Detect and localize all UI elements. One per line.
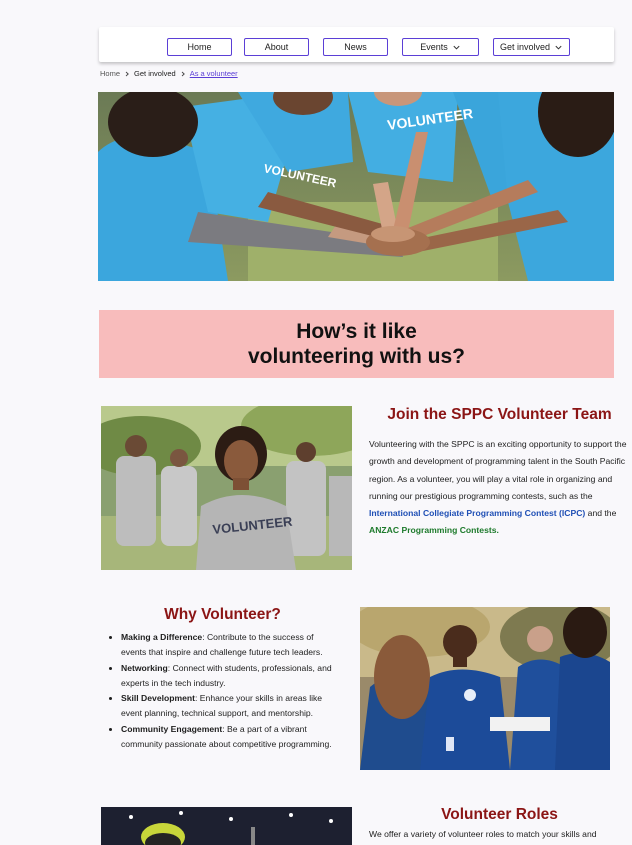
why-volunteer-title: Why Volunteer? (164, 606, 281, 623)
nav-news-button[interactable]: News (323, 38, 388, 56)
breadcrumb: Home Get involved As a volunteer (100, 69, 238, 78)
volunteers-group-image (360, 607, 610, 770)
benefit-name: Skill Development (121, 693, 196, 704)
nav-about-button[interactable]: About (244, 38, 309, 56)
chevron-down-icon (555, 45, 562, 50)
breadcrumb-get-involved-link[interactable]: Get involved (134, 69, 176, 78)
chevron-right-icon (125, 71, 129, 76)
anzac-link[interactable]: ANZAC Programming Contests. (369, 525, 499, 535)
join-text-middle: and the (585, 508, 617, 519)
chevron-right-icon (181, 71, 185, 76)
list-item: Networking: Connect with students, profe… (121, 661, 340, 692)
why-volunteer-list: Making a Difference: Contribute to the s… (108, 630, 340, 752)
join-text-intro: Volunteering with the SPPC is an excitin… (369, 439, 627, 501)
hero-volunteers-hands-image: VOLUNTEER VOLUNTEER (98, 92, 614, 281)
nav-get-involved-label: Get involved (499, 42, 551, 52)
benefit-name: Networking (121, 662, 168, 673)
volunteer-smiling-image: VOLUNTEER (101, 406, 352, 570)
nav-news-label: News (344, 42, 367, 52)
banner-section: How’s it like volunteering with us? (99, 310, 614, 378)
volunteer-roles-image (101, 807, 352, 845)
benefit-name: Making a Difference (121, 632, 203, 642)
nav-get-involved-dropdown[interactable]: Get involved (493, 38, 570, 56)
list-item: Making a Difference: Contribute to the s… (121, 630, 340, 661)
list-item: Skill Development: Enhance your skills i… (121, 691, 340, 722)
volunteer-roles-description: We offer a variety of volunteer roles to… (369, 829, 597, 839)
icpc-link[interactable]: International Collegiate Programming Con… (369, 508, 585, 518)
benefit-name: Community Engagement (121, 723, 223, 734)
nav-events-dropdown[interactable]: Events (402, 38, 479, 56)
list-item: Community Engagement: Be a part of a vib… (121, 722, 340, 753)
banner-title: How’s it like volunteering with us? (247, 320, 465, 368)
nav-about-label: About (264, 42, 289, 52)
nav-home-label: Home (187, 42, 212, 52)
chevron-down-icon (453, 45, 460, 50)
top-nav-bar: Home About News Events Get involved (99, 27, 614, 62)
nav-home-button[interactable]: Home (167, 38, 232, 56)
join-team-description: Volunteering with the SPPC is an excitin… (369, 436, 627, 540)
volunteer-roles-title: Volunteer Roles (441, 806, 558, 823)
join-team-title: Join the SPPC Volunteer Team (387, 406, 612, 423)
breadcrumb-home-link[interactable]: Home (100, 69, 120, 78)
nav-events-label: Events (420, 42, 448, 52)
breadcrumb-current-page[interactable]: As a volunteer (190, 69, 238, 78)
